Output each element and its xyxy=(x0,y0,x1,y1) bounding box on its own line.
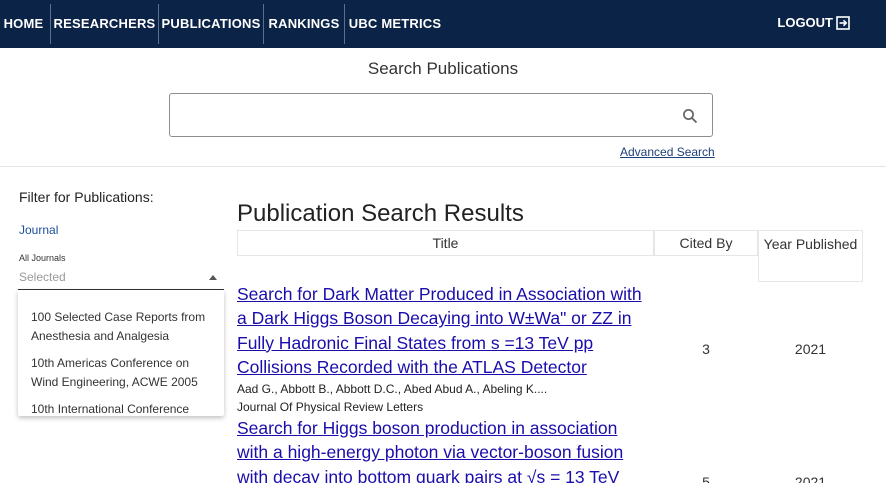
nav-home[interactable]: HOME xyxy=(0,0,47,48)
journal-select-label: All Journals xyxy=(19,253,66,263)
search-input[interactable] xyxy=(178,100,668,130)
journal-option[interactable]: 10th International Conference xyxy=(31,400,217,416)
journal-dropdown: 100 Selected Case Reports from Anesthesi… xyxy=(18,290,224,416)
journal-option[interactable]: 10th Americas Conference on Wind Enginee… xyxy=(31,354,217,392)
top-nav: HOME RESEARCHERS PUBLICATIONS RANKINGS U… xyxy=(0,0,886,48)
caret-up-icon[interactable] xyxy=(209,275,217,280)
search-box[interactable] xyxy=(169,93,713,137)
year-published: 2021 xyxy=(794,341,827,357)
logout-icon[interactable] xyxy=(836,16,850,30)
column-header-cited-by[interactable]: Cited By xyxy=(654,230,758,256)
logout-label: LOGOUT xyxy=(777,15,833,30)
nav-researchers[interactable]: RESEARCHERS xyxy=(51,0,158,48)
results-title: Publication Search Results xyxy=(237,200,524,227)
publication-authors: Aad G., Abbott B., Abbott D.C., Abed Abu… xyxy=(237,382,548,396)
publication-title-link[interactable]: Search for Dark Matter Produced in Assoc… xyxy=(237,282,647,379)
cited-by-count: 3 xyxy=(702,341,710,357)
search-icon[interactable] xyxy=(682,108,698,124)
column-header-title[interactable]: Title xyxy=(237,230,654,256)
publication-title-link[interactable]: Search for Higgs boson production in ass… xyxy=(237,416,647,483)
journal-select[interactable]: Selected xyxy=(18,266,224,290)
nav-publications[interactable]: PUBLICATIONS xyxy=(159,0,263,48)
nav-ubc-metrics[interactable]: UBC METRICS xyxy=(345,0,445,48)
journal-option[interactable]: 100 Selected Case Reports from Anesthesi… xyxy=(31,308,217,346)
section-divider xyxy=(0,166,886,167)
journal-select-placeholder: Selected xyxy=(19,270,66,284)
column-header-year-published[interactable]: Year Published xyxy=(758,230,863,282)
filter-title: Filter for Publications: xyxy=(19,189,154,205)
journal-filter-heading[interactable]: Journal xyxy=(19,223,58,237)
nav-rankings[interactable]: RANKINGS xyxy=(264,0,344,48)
advanced-search-link[interactable]: Advanced Search xyxy=(620,145,715,159)
publication-journal: Journal Of Physical Review Letters xyxy=(237,400,424,414)
cited-by-count: 5 xyxy=(702,474,710,483)
year-published: 2021 xyxy=(794,474,827,483)
search-title: Search Publications xyxy=(367,59,519,78)
